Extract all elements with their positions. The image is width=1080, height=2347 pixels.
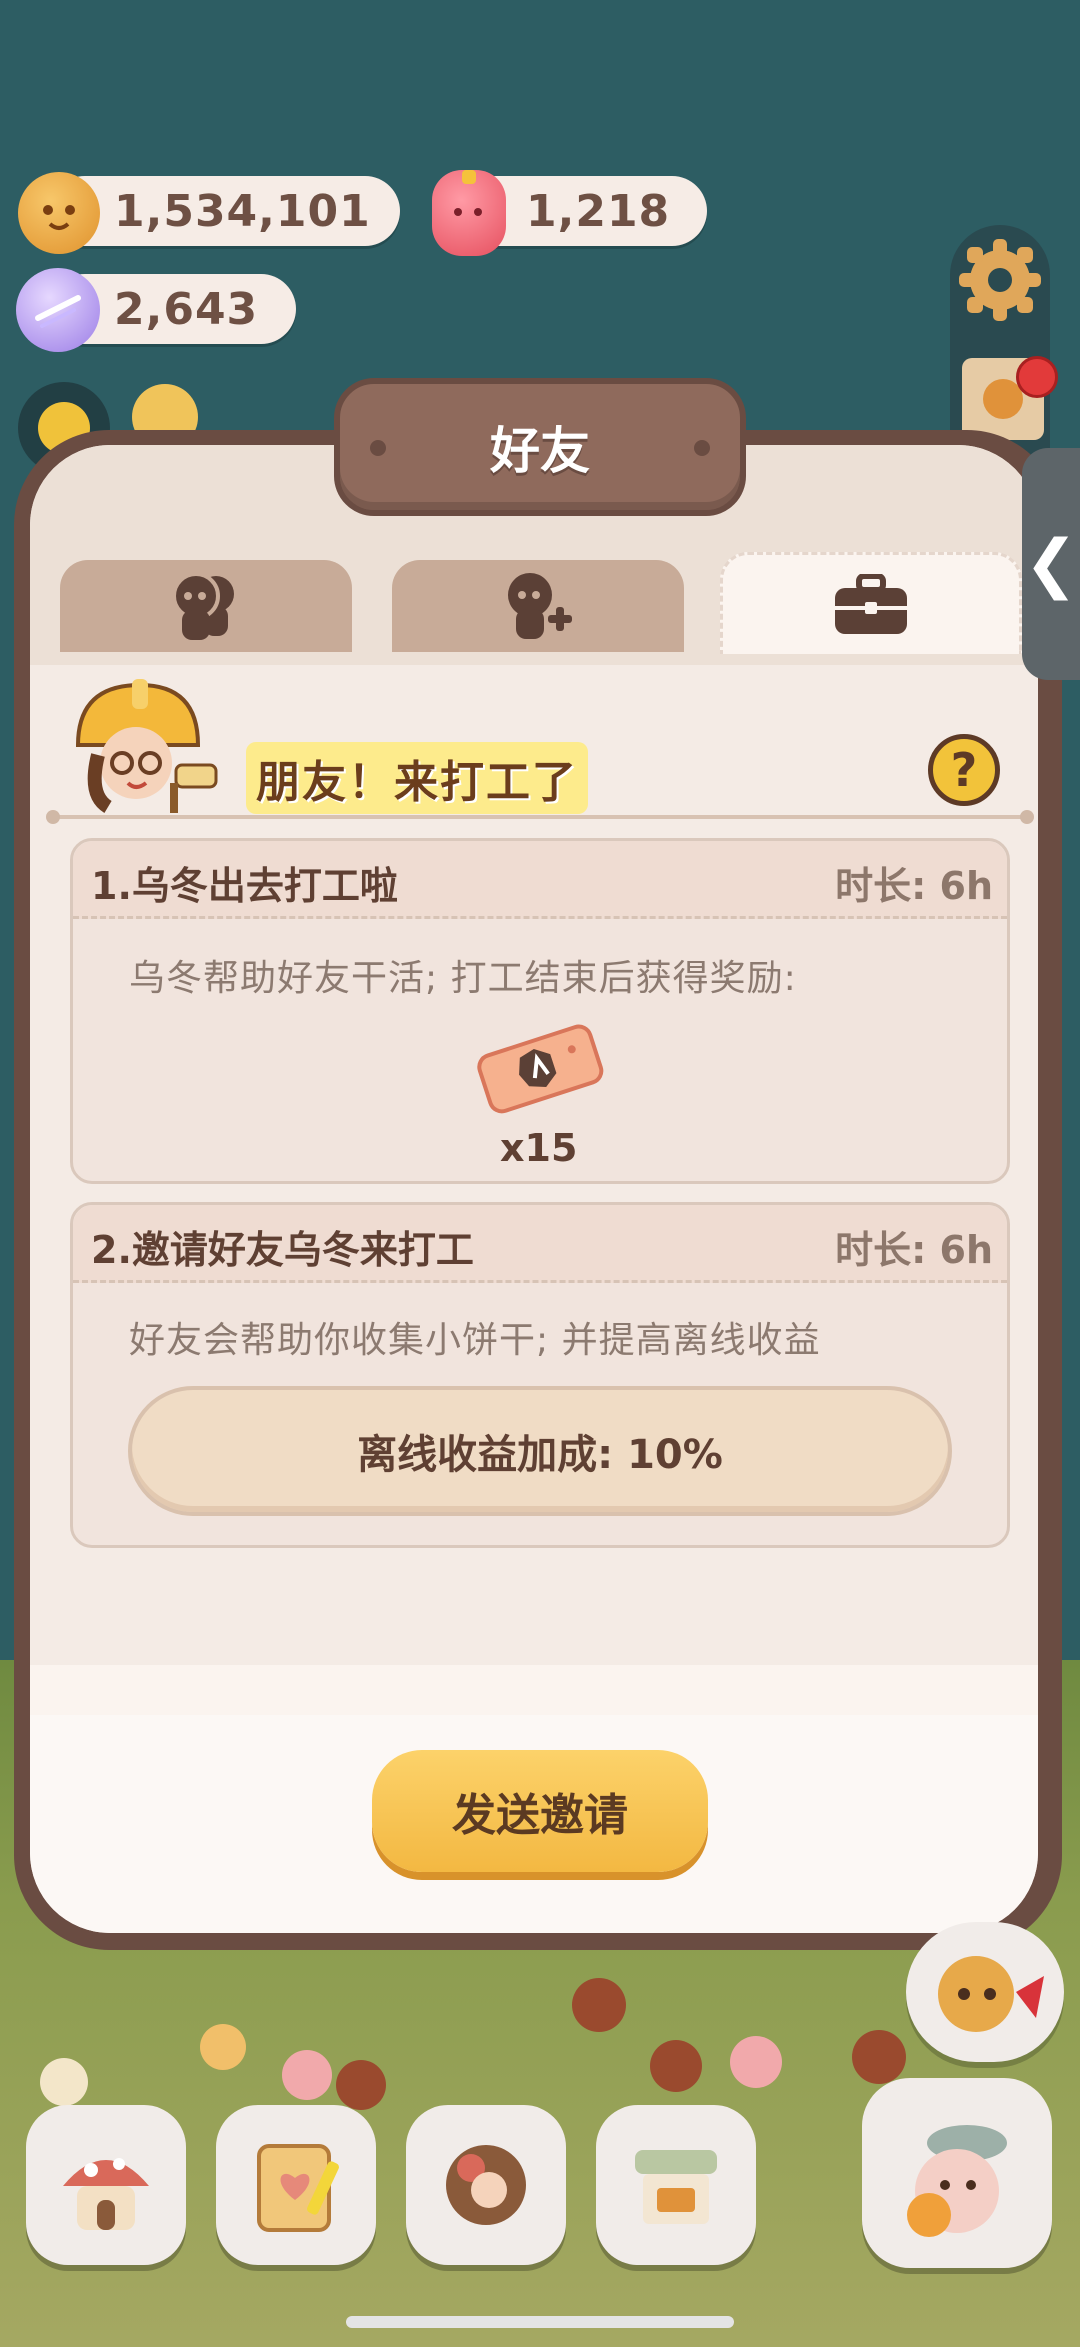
story-bubble-button[interactable] <box>906 1922 1064 2062</box>
notebook-icon <box>257 2144 339 2232</box>
nav-idle-reward-button[interactable] <box>862 2078 1052 2268</box>
cookie-character[interactable] <box>730 2036 782 2088</box>
cookie-character[interactable] <box>572 1978 626 2032</box>
nav-character-button[interactable] <box>406 2105 566 2265</box>
card-header: 1.乌冬出去打工啦 时长: 6h <box>73 841 1007 919</box>
card-duration: 时长: 6h <box>835 864 993 908</box>
fish-clock-icon <box>907 2125 1007 2237</box>
card-description: 好友会帮助你收集小饼干; 并提高离线收益 <box>129 1320 821 1361</box>
collapse-panel-button[interactable]: ❮ <box>1022 448 1080 680</box>
nav-notebook-button[interactable] <box>216 2105 376 2265</box>
cookie-character[interactable] <box>852 2030 906 2084</box>
dialog-title: 好友 <box>490 422 590 480</box>
cookie-character[interactable] <box>200 2024 246 2070</box>
card-title: 1.乌冬出去打工啦 <box>91 864 398 908</box>
settings-gear-icon[interactable] <box>955 235 1045 325</box>
card-title: 2.邀请好友乌冬来打工 <box>91 1228 474 1272</box>
cookie-counter[interactable]: 1,534,101 <box>50 176 400 246</box>
jelly-count: 1,218 <box>526 185 671 237</box>
nav-shop-button[interactable] <box>596 2105 756 2265</box>
mushroom-house-icon <box>63 2158 149 2230</box>
offline-bonus-bar: 离线收益加成: 10% <box>128 1386 952 1516</box>
tab-work[interactable] <box>720 552 1022 654</box>
jelly-icon <box>432 170 506 256</box>
home-indicator[interactable] <box>346 2316 734 2328</box>
character-portrait-icon <box>446 2145 526 2225</box>
tab-friends-list[interactable] <box>60 560 352 652</box>
cookie-character[interactable] <box>282 2050 332 2100</box>
ticket-reward-icon <box>474 1018 606 1118</box>
cookie-count: 1,534,101 <box>114 185 371 237</box>
udon-worker-avatar <box>58 675 228 815</box>
card-header: 2.邀请好友乌冬来打工 时长: 6h <box>73 1205 1007 1283</box>
question-mark-icon: ? <box>950 743 978 797</box>
send-invite-button[interactable]: 发送邀请 <box>372 1750 708 1872</box>
briefcase-icon <box>835 573 907 634</box>
card-description: 乌冬帮助好友干活; 打工结束后获得奖励: <box>129 958 797 999</box>
friends-icon <box>172 572 234 640</box>
cookie-character[interactable] <box>650 2040 702 2092</box>
chevron-left-icon: ❮ <box>1024 527 1078 601</box>
tab-add-friend[interactable] <box>392 560 684 652</box>
crystal-count: 2,643 <box>114 283 259 335</box>
friends-dialog <box>30 445 1038 1933</box>
cookie-icon <box>18 172 100 254</box>
notification-dot <box>1016 356 1058 398</box>
card-duration: 时长: 6h <box>835 1228 993 1272</box>
section-divider <box>46 810 1034 824</box>
shop-stall-icon <box>635 2150 717 2224</box>
crystal-candy-icon <box>16 268 100 352</box>
cool-cookie-character[interactable] <box>40 2058 88 2106</box>
dialog-title-plaque: 好友 <box>334 378 746 516</box>
help-button[interactable]: ? <box>928 734 1000 806</box>
cat-character-icon <box>938 1956 1044 2032</box>
cookie-character[interactable] <box>336 2060 386 2110</box>
add-friend-icon <box>508 573 572 639</box>
nav-house-button[interactable] <box>26 2105 186 2265</box>
reward-count: x15 <box>500 1126 578 1170</box>
headline-banner: 朋友！来打工了 <box>246 742 588 814</box>
